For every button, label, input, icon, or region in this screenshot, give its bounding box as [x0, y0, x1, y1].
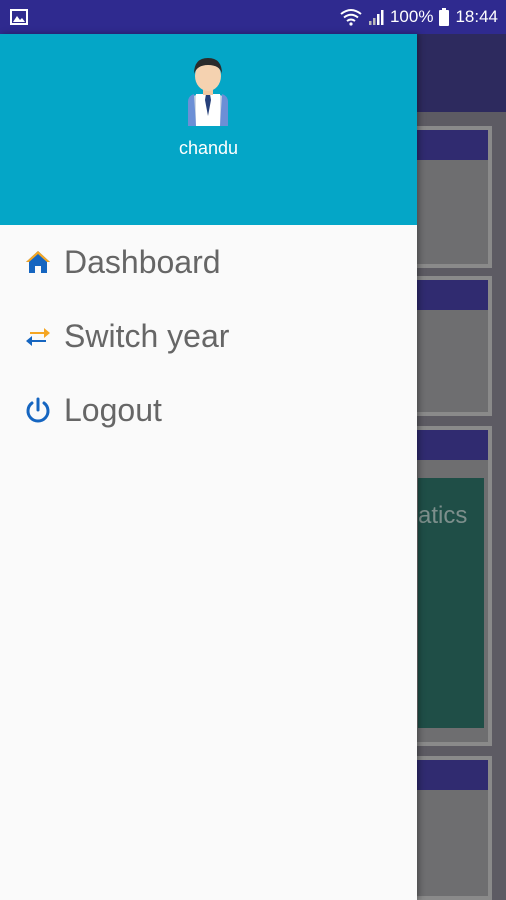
status-bar: 100% 18:44 [0, 0, 506, 34]
menu-item-label: Switch year [64, 317, 230, 354]
drawer-username: chandu [178, 138, 239, 158]
drawer-header: chandu [0, 34, 417, 225]
image-notification-icon [10, 9, 28, 25]
drawer-menu: Dashboard Switch year Logout [0, 225, 417, 447]
wifi-icon [340, 9, 362, 26]
clock: 18:44 [455, 7, 498, 26]
background-card [408, 126, 492, 268]
background-card [408, 426, 492, 746]
menu-item-logout[interactable]: Logout [0, 373, 417, 447]
menu-item-label: Dashboard [64, 243, 221, 280]
navigation-drawer: chandu Dashboard Switch year Logout [0, 34, 417, 900]
menu-item-dashboard[interactable]: Dashboard [0, 225, 417, 299]
home-icon [26, 251, 50, 273]
menu-item-switch-year[interactable]: Switch year [0, 299, 417, 373]
status-icons: 100% 18:44 [340, 0, 498, 34]
battery-icon [439, 8, 450, 26]
background-card [408, 276, 492, 416]
background-card-text: atics [418, 502, 468, 529]
menu-item-label: Logout [64, 391, 162, 428]
battery-percent: 100% [389, 7, 434, 26]
signal-icon [368, 10, 384, 25]
businessman-avatar-icon [188, 58, 228, 126]
swap-arrows-icon [26, 328, 50, 346]
background-card [408, 756, 492, 900]
power-icon [26, 397, 50, 423]
